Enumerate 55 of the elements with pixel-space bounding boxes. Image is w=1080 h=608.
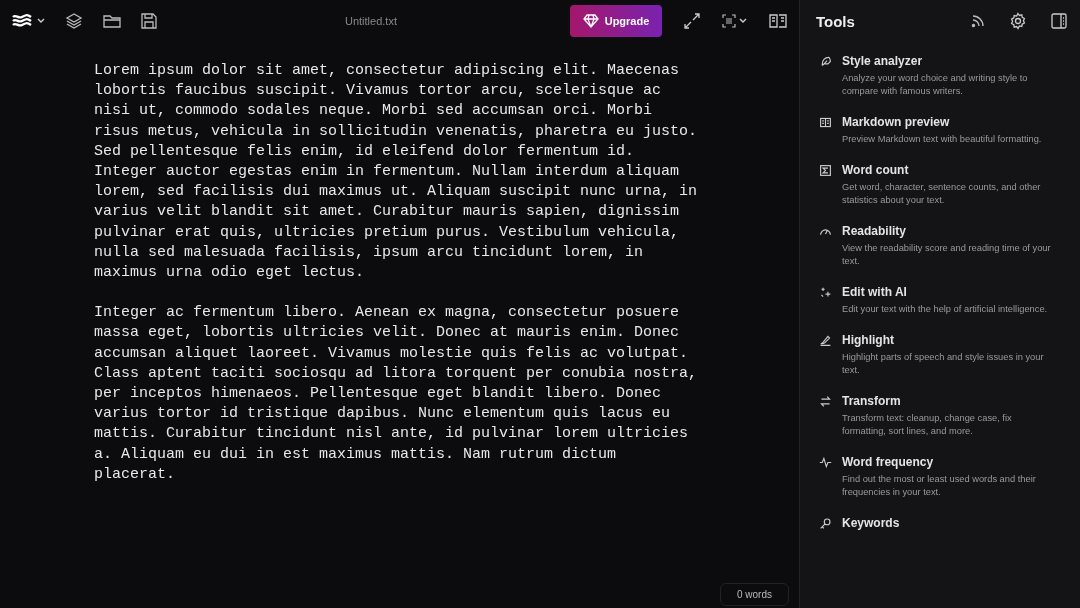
tool-description: Edit your text with the help of artificial intelligence.: [842, 303, 1049, 316]
focus-menu[interactable]: [722, 14, 747, 28]
tool-title: Readability: [842, 224, 907, 238]
feed-icon[interactable]: [971, 14, 985, 28]
panel-title: Tools: [816, 12, 855, 30]
tool-description: Highlight parts of speech and style issues in your text.: [842, 351, 1045, 377]
layers-icon[interactable]: [65, 12, 83, 30]
focus-frame-icon: [722, 14, 736, 28]
sparkles-icon: [819, 285, 832, 299]
tool-description: Preview Markdown text with beautiful formatting.: [842, 133, 1043, 146]
tool-item[interactable]: Word count Get word, character, sentence counts, and other statistics about your text.: [819, 163, 1064, 207]
settings-icon[interactable]: [1009, 12, 1027, 30]
tool-title: Word count: [842, 163, 909, 177]
word-count: 0 words: [720, 583, 789, 606]
tool-title: Markdown preview: [842, 115, 950, 129]
tool-description: Get word, character, sentence counts, and other statistics about your text.: [842, 181, 1042, 207]
tool-item[interactable]: Style analyzer Analyze your word choice and writing style to compare with famous writers.: [819, 54, 1064, 98]
pulse-icon: [819, 455, 832, 469]
key-icon: [819, 516, 832, 530]
tool-item[interactable]: Markdown preview Preview Markdown text with beautiful formatting.: [819, 115, 1064, 146]
tool-title: Edit with AI: [842, 285, 907, 299]
chevron-down-icon: [739, 18, 747, 24]
tool-title: Transform: [842, 394, 901, 408]
diamond-icon: [582, 14, 599, 28]
arrows-icon: [819, 394, 832, 408]
tool-description: View the readability score and reading time of your text.: [842, 242, 1052, 268]
tool-description: Find out the most or least used words and their frequencies in your text.: [842, 473, 1037, 499]
tool-item[interactable]: Readability View the readability score and reading time of your text.: [819, 224, 1064, 268]
pen-icon: [819, 333, 832, 347]
book-icon[interactable]: [769, 13, 787, 29]
tool-item[interactable]: Keywords: [819, 516, 1064, 530]
tool-title: Keywords: [842, 516, 900, 530]
tool-title: Word frequency: [842, 455, 934, 469]
tool-item[interactable]: Edit with AI Edit your text with the help of artificial intelligence.: [819, 285, 1064, 316]
expand-icon[interactable]: [684, 13, 700, 29]
feather-icon: [819, 54, 832, 68]
sigma-icon: [819, 163, 832, 177]
save-icon[interactable]: [141, 13, 157, 29]
tool-description: Transform text: cleanup, change case, fix formatting, sort lines, and more.: [842, 412, 1013, 438]
tool-item[interactable]: Word frequency Find out the most or least used words and their frequencies in your text.: [819, 455, 1064, 499]
tool-title: Style analyzer: [842, 54, 923, 68]
logo-menu[interactable]: [12, 13, 45, 29]
sidebar-toggle-icon[interactable]: [1051, 13, 1067, 29]
upgrade-button[interactable]: Upgrade: [570, 5, 662, 37]
folder-icon[interactable]: [103, 13, 121, 29]
editor-paragraph: Integer ac fermentum libero. Aenean ex magna, consectetur posuere massa eget, lobortis ultricies velit. Donec at mauris enim. Donec accumsan aliquet laoreet. Vivamus molestie quis felis ac volutpat. Class aptent taciti sociosqu ad litora torquent per conubia nostra, per inceptos himenaeos. Pellentesque eget blandit libero. Donec varius tortor id tristique dapibus. Nunc elementum quis lacus eu mattis. Curabitur tincidunt nisl ante, id pulvinar lorem ultricies a. Aliquam eu dui in est maximus mattis. Nam rutrum dictum placerat.: [94, 303, 698, 485]
tool-item[interactable]: Highlight Highlight parts of speech and style issues in your text.: [819, 333, 1064, 377]
tool-description: Analyze your word choice and writing style to compare with famous writers.: [842, 72, 1029, 98]
tool-title: Highlight: [842, 333, 894, 347]
tool-item[interactable]: Transform Transform text: cleanup, change case, fix formatting, sort lines, and more.: [819, 394, 1064, 438]
chevron-down-icon: [37, 18, 45, 24]
book-icon: [819, 115, 832, 129]
editor-paragraph: Lorem ipsum dolor sit amet, consectetur adipiscing elit. Maecenas lobortis faucibus suscipit. Vivamus tortor arcu, scelerisque ac nisi ut, commodo sodales neque. Morbi sed accumsan orci. Morbi risus metus, vehicula in sollicitudin venenatis, pharetra eu justo. Sed pellentesque felis enim, id eleifend dolor fermentum id. Integer auctor egestas enim in fermentum. Nullam interdum aliquam lorem, sed facilisis dui maximus ut. Aliquam suscipit nunc urna, in varius velit blandit sit amet. Curabitur mauris sapien, dignissim pulvinar erat quis, ultricies pretium purus. Vestibulum vehicula, nulla sed malesuada facilisis, ipsum arcu tincidunt lorem, in maximus urna odio eget lectus.: [94, 61, 698, 284]
document-title: Untitled.txt: [345, 15, 397, 27]
waves-logo: [12, 13, 34, 29]
